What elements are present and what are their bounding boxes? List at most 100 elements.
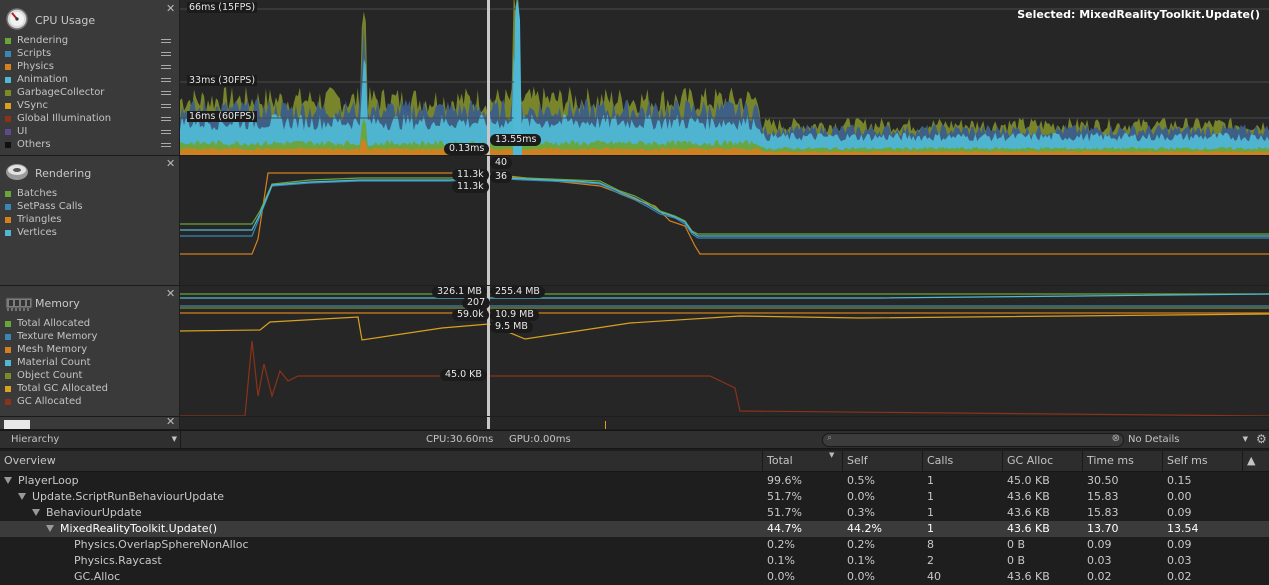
collapse-column-warning-icon[interactable]: ▲	[1242, 451, 1269, 471]
extra-panel-close-icon[interactable]: ✕	[166, 415, 175, 428]
cell-gc: 0 B	[1007, 538, 1026, 551]
expand-triangle-icon[interactable]	[4, 477, 12, 484]
cpu-legend-item[interactable]: Others	[5, 139, 175, 152]
table-row[interactable]: MixedRealityToolkit.Update() 44.7% 44.2% 1 4…	[0, 521, 1269, 537]
legend-swatch	[5, 51, 11, 57]
cell-time: 0.02	[1087, 570, 1112, 583]
col-overview[interactable]: Overview	[0, 451, 56, 471]
rendering-tag-vertices: 11.3k	[452, 181, 489, 193]
cell-gc: 45.0 KB	[1007, 474, 1050, 487]
legend-swatch	[5, 217, 11, 223]
legend-label: GarbageCollector	[17, 87, 105, 98]
cpu-panel-close-icon[interactable]: ✕	[166, 2, 175, 15]
expand-triangle-icon[interactable]	[46, 525, 54, 532]
legend-label: Vertices	[17, 227, 57, 238]
drag-handle-icon[interactable]	[161, 52, 171, 56]
table-row[interactable]: BehaviourUpdate 51.7% 0.3% 1 43.6 KB 15.83 0.0…	[0, 505, 1269, 521]
memory-legend-item[interactable]: Texture Memory	[5, 331, 175, 344]
legend-label: Texture Memory	[17, 331, 98, 342]
col-gc-alloc[interactable]: GC Alloc	[1002, 451, 1082, 471]
cell-total: 99.6%	[767, 474, 802, 487]
cpu-time-readout: CPU:30.60ms	[426, 434, 494, 445]
legend-swatch	[5, 347, 11, 353]
memory-graph[interactable]	[180, 286, 1269, 416]
memory-legend-item[interactable]: Mesh Memory	[5, 344, 175, 357]
cell-gc: 0 B	[1007, 554, 1026, 567]
row-name: PlayerLoop	[18, 474, 79, 487]
rendering-panel-close-icon[interactable]: ✕	[166, 157, 175, 170]
memory-legend-item[interactable]: Material Count	[5, 357, 175, 370]
profiler-toolbar: Hierarchy ▼ CPU:30.60ms GPU:0.00ms ⌕ ⊗ N…	[0, 430, 1269, 449]
rendering-legend-item[interactable]: Triangles	[5, 214, 175, 227]
rendering-legend-item[interactable]: Vertices	[5, 227, 175, 240]
table-row[interactable]: Update.ScriptRunBehaviourUpdate 51.7% 0.0%…	[0, 489, 1269, 505]
col-self-ms[interactable]: Self ms	[1162, 451, 1242, 471]
drag-handle-icon[interactable]	[161, 104, 171, 108]
table-row[interactable]: GC.Alloc 0.0% 0.0% 40 43.6 KB 0.02 0.02	[0, 569, 1269, 585]
drag-handle-icon[interactable]	[161, 65, 171, 69]
cpu-legend-item[interactable]: Rendering	[5, 35, 175, 48]
cell-self: 0.5%	[847, 474, 875, 487]
legend-swatch	[5, 321, 11, 327]
memory-tag-gc-total: 9.5 MB	[490, 321, 533, 333]
cell-total: 51.7%	[767, 506, 802, 519]
drag-handle-icon[interactable]	[161, 39, 171, 43]
cpu-legend-item[interactable]: UI	[5, 126, 175, 139]
search-field[interactable]: ⌕ ⊗	[822, 433, 1124, 447]
rendering-graph[interactable]	[180, 156, 1269, 285]
memory-tag-materials: 207	[462, 297, 491, 309]
drag-handle-icon[interactable]	[161, 91, 171, 95]
cpu-usage-graph[interactable]	[180, 0, 1269, 155]
table-row[interactable]: Physics.OverlapSphereNonAlloc 0.2% 0.2% 8 0 …	[0, 537, 1269, 553]
table-row[interactable]: PlayerLoop 99.6% 0.5% 1 45.0 KB 30.50 0.15	[0, 473, 1269, 489]
cpu-legend-item[interactable]: Physics	[5, 61, 175, 74]
cpu-legend-item[interactable]: VSync	[5, 100, 175, 113]
expand-triangle-icon[interactable]	[32, 509, 40, 516]
drag-handle-icon[interactable]	[161, 117, 171, 121]
memory-title: Memory	[35, 297, 80, 310]
memory-legend-item[interactable]: Total GC Allocated	[5, 383, 175, 396]
cpu-legend-item[interactable]: GarbageCollector	[5, 87, 175, 100]
drag-handle-icon[interactable]	[161, 143, 171, 147]
cell-gc: 43.6 KB	[1007, 570, 1050, 583]
rendering-legend-item[interactable]: SetPass Calls	[5, 201, 175, 214]
legend-label: Animation	[17, 74, 68, 85]
rendering-tag-setpass: 36	[490, 171, 513, 183]
view-mode-dropdown[interactable]: Hierarchy ▼	[0, 431, 181, 448]
table-row[interactable]: Physics.Raycast 0.1% 0.1% 2 0 B 0.03 0.03	[0, 553, 1269, 569]
cell-self: 0.0%	[847, 490, 875, 503]
view-mode-label: Hierarchy	[11, 434, 60, 445]
settings-gear-icon[interactable]: ⚙	[1256, 431, 1267, 448]
clear-search-icon[interactable]: ⊗	[1112, 433, 1120, 444]
cell-calls: 1	[927, 474, 934, 487]
legend-label: Total GC Allocated	[17, 383, 109, 394]
drag-handle-icon[interactable]	[161, 78, 171, 82]
memory-legend-item[interactable]: GC Allocated	[5, 396, 175, 409]
memory-legend-item[interactable]: Total Allocated	[5, 318, 175, 331]
legend-label: Global Illumination	[17, 113, 112, 124]
memory-panel-close-icon[interactable]: ✕	[166, 287, 175, 300]
rendering-legend-item[interactable]: Batches	[5, 188, 175, 201]
col-self[interactable]: Self	[842, 451, 922, 471]
memory-legend-item[interactable]: Object Count	[5, 370, 175, 383]
ref-line-33ms-label: 33ms (30FPS)	[187, 75, 258, 86]
legend-swatch	[5, 64, 11, 70]
drag-handle-icon[interactable]	[161, 130, 171, 134]
cpu-legend-item[interactable]: Animation	[5, 74, 175, 87]
rendering-tag-triangles: 11.3k	[452, 169, 489, 181]
details-dropdown[interactable]: No Details ▼	[1124, 431, 1254, 448]
expand-triangle-icon[interactable]	[18, 493, 26, 500]
legend-swatch	[5, 38, 11, 44]
legend-label: Material Count	[17, 357, 91, 368]
legend-label: Batches	[17, 188, 58, 199]
col-calls[interactable]: Calls	[922, 451, 1002, 471]
cpu-meter-icon	[4, 6, 30, 30]
cell-selfms: 0.09	[1167, 506, 1192, 519]
cell-calls: 2	[927, 554, 934, 567]
col-time-ms[interactable]: Time ms	[1082, 451, 1162, 471]
cell-calls: 8	[927, 538, 934, 551]
extra-module-graph[interactable]	[180, 417, 1269, 429]
search-input[interactable]	[839, 434, 1099, 446]
cpu-legend-item[interactable]: Global Illumination	[5, 113, 175, 126]
cpu-legend-item[interactable]: Scripts	[5, 48, 175, 61]
